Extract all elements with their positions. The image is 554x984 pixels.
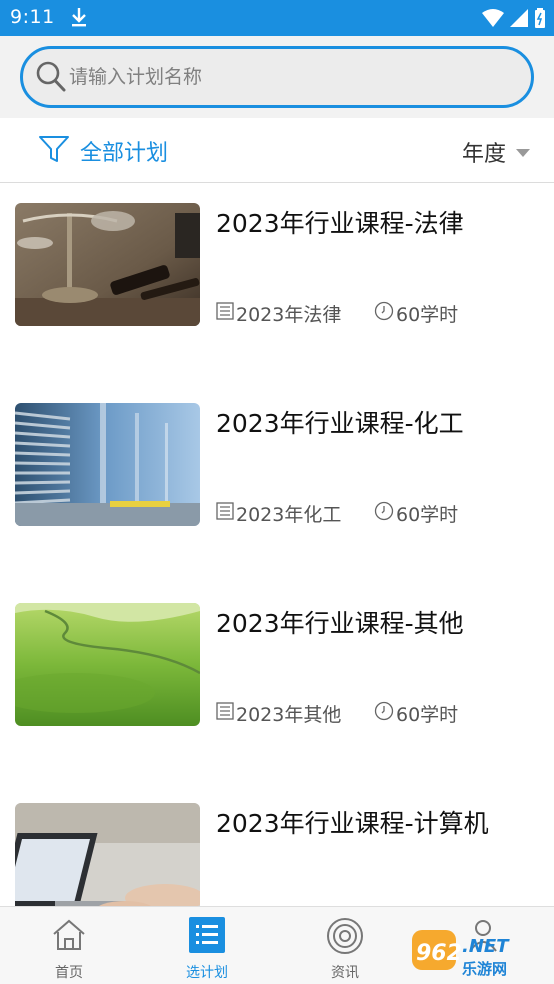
nav-news[interactable]: 资讯 bbox=[276, 907, 414, 984]
signal-icon bbox=[510, 9, 528, 31]
home-icon bbox=[51, 917, 87, 957]
nav-news-label: 资讯 bbox=[331, 965, 359, 981]
list-doc-icon bbox=[216, 502, 234, 525]
caret-down-icon bbox=[516, 149, 530, 157]
nav-select-plan-label: 选计划 bbox=[186, 965, 228, 981]
plan-thumbnail bbox=[15, 403, 200, 526]
status-time: 9:11 bbox=[10, 6, 55, 28]
filter-bar: 全部计划 年度 bbox=[0, 118, 554, 183]
all-plans-filter[interactable]: 全部计划 bbox=[38, 134, 168, 168]
list-icon bbox=[189, 917, 225, 957]
plan-thumbnail bbox=[15, 803, 200, 906]
plan-thumbnail bbox=[15, 203, 200, 326]
list-doc-icon bbox=[216, 302, 234, 325]
nav-select-plan[interactable]: 选计划 bbox=[138, 907, 276, 984]
svg-text:962: 962 bbox=[416, 941, 462, 966]
plan-hours: 60学时 bbox=[374, 700, 458, 727]
search-area bbox=[0, 36, 554, 118]
clock-icon bbox=[374, 501, 394, 526]
plan-category: 2023年化工 bbox=[216, 500, 374, 527]
plan-item[interactable]: 2023年行业课程-法律 2023年法律 60学时 bbox=[0, 184, 554, 384]
plan-category-text: 2023年其他 bbox=[236, 704, 342, 726]
plan-title: 2023年行业课程-法律 bbox=[216, 209, 464, 238]
clock-icon bbox=[374, 301, 394, 326]
nav-home[interactable]: 首页 bbox=[0, 907, 138, 984]
plan-item[interactable]: 2023年行业课程-化工 2023年化工 60学时 bbox=[0, 384, 554, 584]
search-input[interactable] bbox=[69, 49, 509, 105]
plan-hours-text: 60学时 bbox=[396, 504, 459, 526]
year-dropdown[interactable]: 年度 bbox=[462, 136, 530, 168]
plan-thumbnail bbox=[15, 603, 200, 726]
all-plans-label: 全部计划 bbox=[80, 141, 169, 166]
plan-category: 2023年法律 bbox=[216, 300, 374, 327]
download-icon bbox=[70, 6, 88, 32]
plan-item[interactable]: 2023年行业课程-其他 2023年其他 60学时 bbox=[0, 584, 554, 784]
plan-category-text: 2023年化工 bbox=[236, 504, 342, 526]
svg-text:.NET: .NET bbox=[462, 936, 510, 957]
news-icon bbox=[326, 917, 364, 959]
plan-hours-text: 60学时 bbox=[396, 704, 459, 726]
status-indicators bbox=[482, 8, 546, 32]
plan-hours-text: 60学时 bbox=[396, 304, 459, 326]
plan-item[interactable]: 2023年行业课程-计算机 bbox=[0, 784, 554, 906]
plan-list: 2023年行业课程-法律 2023年法律 60学时 2023年行业课程-化工 2… bbox=[0, 184, 554, 906]
plan-hours: 60学时 bbox=[374, 500, 458, 527]
plan-hours: 60学时 bbox=[374, 300, 458, 327]
plan-meta: 2023年法律 60学时 bbox=[216, 300, 458, 327]
plan-title: 2023年行业课程-化工 bbox=[216, 409, 464, 438]
site-watermark: 962 .NET 乐游网 bbox=[410, 928, 550, 982]
wifi-icon bbox=[482, 9, 504, 31]
filter-icon bbox=[38, 134, 70, 168]
search-box[interactable] bbox=[20, 46, 534, 108]
status-bar: 9:11 bbox=[0, 0, 554, 36]
list-doc-icon bbox=[216, 702, 234, 725]
nav-home-label: 首页 bbox=[55, 965, 83, 981]
plan-title: 2023年行业课程-计算机 bbox=[216, 809, 489, 838]
plan-meta: 2023年化工 60学时 bbox=[216, 500, 458, 527]
plan-meta: 2023年其他 60学时 bbox=[216, 700, 458, 727]
plan-category-text: 2023年法律 bbox=[236, 304, 342, 326]
search-icon bbox=[35, 60, 67, 98]
battery-icon bbox=[534, 8, 546, 32]
clock-icon bbox=[374, 701, 394, 726]
plan-category: 2023年其他 bbox=[216, 700, 374, 727]
plan-title: 2023年行业课程-其他 bbox=[216, 609, 464, 638]
svg-text:乐游网: 乐游网 bbox=[462, 960, 507, 978]
year-label: 年度 bbox=[461, 142, 506, 167]
